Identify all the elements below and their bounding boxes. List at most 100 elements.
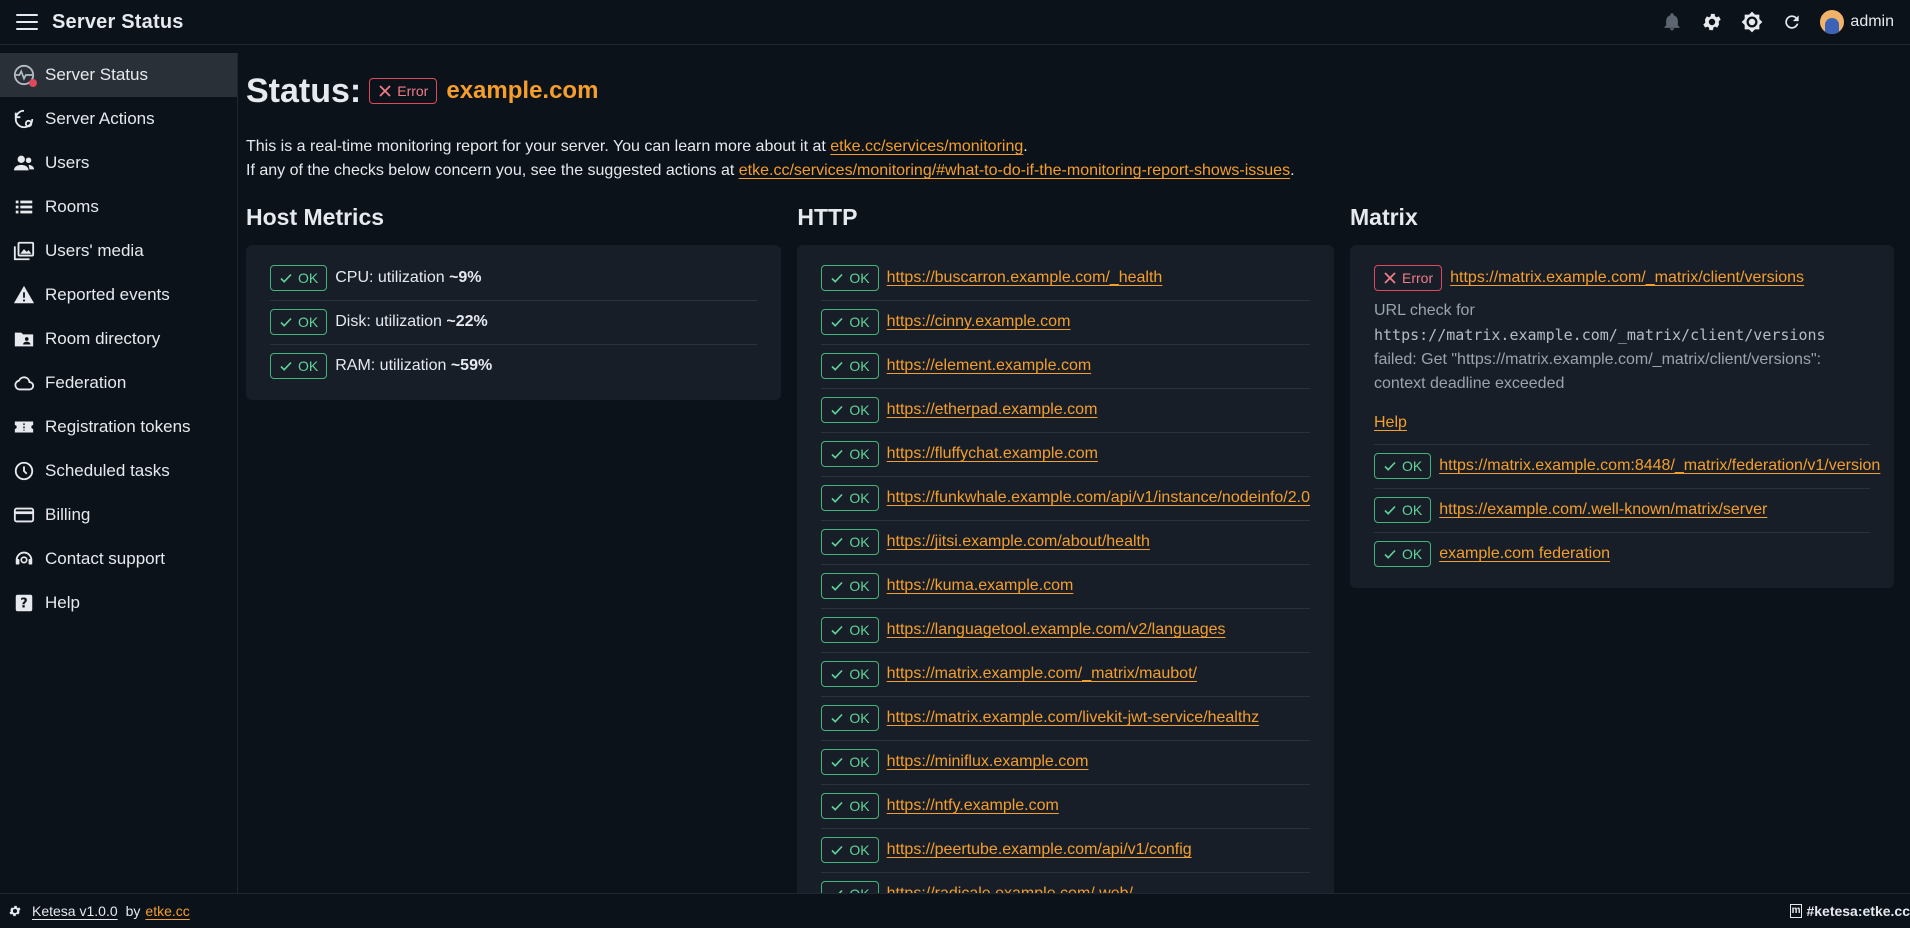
sidebar-item-server-status[interactable]: Server Status [0,53,237,97]
actions-link[interactable]: etke.cc/services/monitoring/#what-to-do-… [739,162,1290,179]
check-url-link[interactable]: https://matrix.example.com/livekit-jwt-s… [887,706,1260,730]
sidebar: Server Status Server Actions Users Rooms… [0,53,238,893]
check-icon [831,757,843,767]
sidebar-item-users[interactable]: Users [0,141,237,185]
http-check-row: OK https://languagetool.example.com/v2/la… [821,609,1310,653]
ok-badge: OK [270,309,328,335]
check-url-link[interactable]: https://matrix.example.com:8448/_matrix/… [1439,454,1880,478]
check-icon [831,273,843,283]
http-check-row: OK https://matrix.example.com/_matrix/mau… [821,653,1310,697]
section-title: Matrix [1350,204,1418,230]
error-message: URL check for https://matrix.example.com… [1374,302,1826,392]
support-room-label: #ketesa:etke.cc [1806,903,1910,919]
ok-badge: OK [821,441,879,467]
user-menu-button[interactable]: admin [1820,10,1894,34]
check-url-link[interactable]: https://example.com/.well-known/matrix/s… [1439,498,1767,522]
bell-icon[interactable] [1652,2,1692,42]
check-url-link[interactable]: https://peertube.example.com/api/v1/conf… [887,838,1192,862]
ok-badge: OK [270,353,328,379]
photo-library-icon [12,239,36,263]
sidebar-item-users-media[interactable]: Users' media [0,229,237,273]
check-icon [831,713,843,723]
http-check-row: OK https://cinny.example.com [821,301,1310,345]
check-url-link[interactable]: https://matrix.example.com/_matrix/clien… [1450,266,1804,290]
host-metrics-card: OK CPU: utilization ~9% OK Disk: utilizatio… [246,245,782,400]
matrix-check-row: OK https://matrix.example.com:8448/_matri… [1374,445,1880,489]
sidebar-item-reported-events[interactable]: Reported events [0,273,237,317]
sidebar-item-help[interactable]: ? Help [0,581,237,625]
support-room-link[interactable]: m #ketesa:etke.cc [1789,903,1910,919]
check-url-link[interactable]: https://ntfy.example.com [887,794,1059,818]
check-url-link[interactable]: https://languagetool.example.com/v2/lang… [887,618,1226,642]
ok-badge: OK [821,661,879,687]
http-check-row: OK https://element.example.com [821,345,1310,389]
check-url-link[interactable]: https://matrix.example.com/_matrix/maubo… [887,662,1197,686]
check-url-link[interactable]: https://cinny.example.com [887,310,1071,334]
http-check-row: OK https://peertube.example.com/api/v1/co… [821,829,1310,873]
settings-gear-icon[interactable] [1692,2,1732,42]
check-icon [831,317,843,327]
sidebar-item-scheduled-tasks[interactable]: Scheduled tasks [0,449,237,493]
ok-badge: OK [1374,497,1432,523]
sidebar-item-billing[interactable]: Billing [0,493,237,537]
sidebar-item-label: Room directory [45,329,161,348]
check-url-link[interactable]: https://etherpad.example.com [887,398,1098,422]
check-url-link[interactable]: https://jitsi.example.com/about/health [887,530,1150,554]
menu-icon[interactable] [16,14,38,30]
check-icon [831,537,843,547]
check-icon [831,801,843,811]
intro-text: This is a real-time monitoring report fo… [246,138,1295,179]
check-url-link[interactable]: https://buscarron.example.com/_health [887,266,1163,290]
sidebar-item-label: Help [45,593,80,612]
check-url-link[interactable]: https://miniflux.example.com [887,750,1089,774]
ok-badge: OK [821,485,879,511]
sidebar-item-server-actions[interactable]: Server Actions [0,97,237,141]
help-icon: ? [12,591,36,615]
sidebar-item-federation[interactable]: Federation [0,361,237,405]
users-icon [12,151,36,175]
http-check-row: OK https://kuma.example.com [821,565,1310,609]
http-section: HTTP OK https://buscarron.example.com/_he… [797,201,1334,893]
metric-label: CPU: utilization ~9% [335,269,482,286]
sidebar-item-rooms[interactable]: Rooms [0,185,237,229]
check-url-link[interactable]: https://radicale.example.com/.web/ [887,882,1133,893]
ok-badge: OK [821,617,879,643]
status-label: Status: [246,71,362,110]
sidebar-item-room-directory[interactable]: Room directory [0,317,237,361]
author-link[interactable]: etke.cc [145,903,189,919]
http-check-row: OK https://ntfy.example.com [821,785,1310,829]
help-link[interactable]: Help [1374,410,1870,445]
sidebar-item-registration-tokens[interactable]: Registration tokens [0,405,237,449]
http-check-row: OK https://radicale.example.com/.web/ [821,873,1310,893]
sidebar-item-label: Rooms [45,197,99,216]
theme-toggle-icon[interactable] [1732,2,1772,42]
matrix-section: Matrix Error https://matrix.example.com/… [1350,201,1894,893]
check-url-link[interactable]: https://element.example.com [887,354,1092,378]
credit-card-icon [12,503,36,527]
refresh-icon[interactable] [1772,2,1812,42]
version-link[interactable]: Ketesa v1.0.0 [32,903,118,919]
list-icon [12,195,36,219]
matrix-error-row: Error https://matrix.example.com/_matrix… [1374,257,1870,293]
monitoring-link[interactable]: etke.cc/services/monitoring [830,138,1023,155]
check-icon [831,625,843,635]
metric-label: RAM: utilization ~59% [335,357,493,374]
metric-row: OK Disk: utilization ~22% [270,301,758,345]
check-url-link[interactable]: https://fluffychat.example.com [887,442,1098,466]
ok-badge: OK [821,881,879,893]
clock-icon [12,459,36,483]
by-label: by [125,903,141,919]
ok-badge: OK [1374,453,1432,479]
check-url-link[interactable]: https://kuma.example.com [887,574,1074,598]
check-icon [1384,549,1396,559]
error-badge: Error [1374,265,1443,291]
check-icon [280,361,292,371]
sidebar-item-label: Scheduled tasks [45,461,170,480]
check-icon [1384,505,1396,515]
check-url-link[interactable]: example.com federation [1439,542,1610,566]
sidebar-item-contact-support[interactable]: Contact support [0,537,237,581]
matrix-check-row: OK https://example.com/.well-known/matrix… [1374,489,1870,533]
check-url-link[interactable]: https://funkwhale.example.com/api/v1/ins… [887,486,1310,510]
http-card: OK https://buscarron.example.com/_health O… [797,245,1334,893]
check-icon [831,581,843,591]
